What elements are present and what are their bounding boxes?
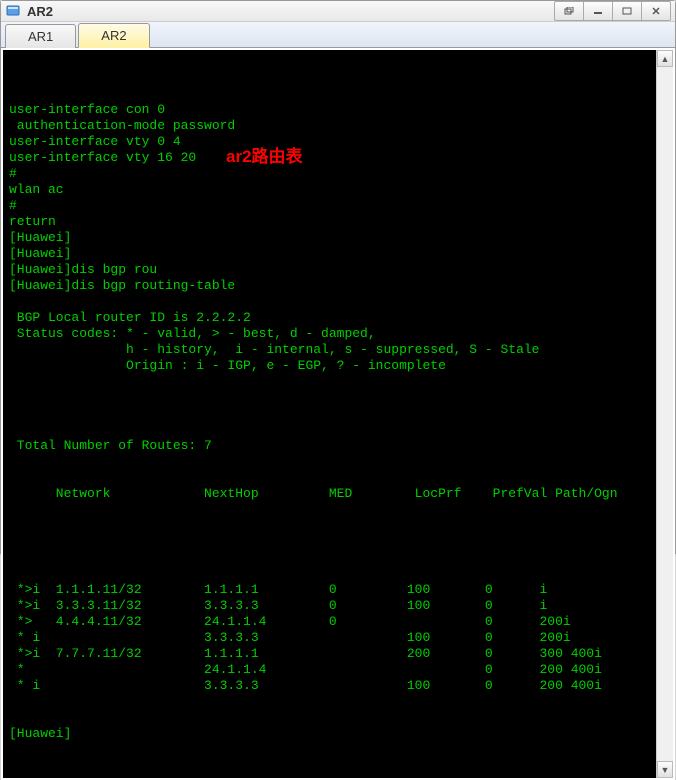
routes-total: Total Number of Routes: 7: [9, 438, 650, 454]
titlebar: AR2: [1, 1, 675, 22]
scrollbar[interactable]: ▲ ▼: [656, 50, 673, 778]
terminal-line: [9, 374, 650, 390]
terminal-line: [9, 294, 650, 310]
terminal-line: #: [9, 198, 650, 214]
terminal-prompt: [Huawei]: [9, 726, 650, 742]
route-row: *> 4.4.4.11/32 24.1.1.4 0 0 200i: [9, 614, 650, 630]
terminal-line: user-interface con 0: [9, 102, 650, 118]
window-restore-button[interactable]: [554, 1, 584, 21]
terminal-line: #: [9, 166, 650, 182]
scroll-track[interactable]: [657, 67, 673, 761]
annotation-label: ar2路由表: [226, 149, 303, 165]
route-row: * i 3.3.3.3 100 0 200i: [9, 630, 650, 646]
tabbar: AR1 AR2: [1, 22, 675, 48]
terminal-line: user-interface vty 0 4: [9, 134, 650, 150]
route-row: *>i 3.3.3.11/32 3.3.3.3 0 100 0 i: [9, 598, 650, 614]
route-row: * i 3.3.3.3 100 0 200 400i: [9, 678, 650, 694]
routes-body: *>i 1.1.1.11/32 1.1.1.1 0 100 0 i *>i 3.…: [9, 582, 650, 694]
terminal-line: user-interface vty 16 20: [9, 150, 650, 166]
terminal-line: [9, 390, 650, 406]
terminal-output[interactable]: ar2路由表 user-interface con 0 authenticati…: [3, 50, 656, 778]
app-window: AR2 AR1 AR2 ar2路由表 user-interface con 0 …: [0, 0, 676, 554]
terminal-line: h - history, i - internal, s - suppresse…: [9, 342, 650, 358]
window-title: AR2: [27, 4, 555, 19]
terminal-line: Origin : i - IGP, e - EGP, ? - incomplet…: [9, 358, 650, 374]
route-row: * 24.1.1.4 0 200 400i: [9, 662, 650, 678]
route-row: *>i 7.7.7.11/32 1.1.1.1 200 0 300 400i: [9, 646, 650, 662]
terminal-line: BGP Local router ID is 2.2.2.2: [9, 310, 650, 326]
routes-header: Network NextHop MED LocPrf PrefVal Path/…: [9, 486, 650, 502]
tab-ar2[interactable]: AR2: [78, 23, 149, 48]
terminal-config-block: user-interface con 0 authentication-mode…: [9, 102, 650, 406]
terminal-line: Status codes: * - valid, > - best, d - d…: [9, 326, 650, 342]
terminal-line: wlan ac: [9, 182, 650, 198]
terminal-line: return: [9, 214, 650, 230]
terminal-line: [Huawei]: [9, 230, 650, 246]
window-minimize-button[interactable]: [583, 1, 613, 21]
tab-ar1[interactable]: AR1: [5, 24, 76, 48]
blank-line: [9, 534, 650, 550]
terminal-line: authentication-mode password: [9, 118, 650, 134]
window-close-button[interactable]: [641, 1, 671, 21]
terminal-line: [Huawei]dis bgp rou: [9, 262, 650, 278]
scroll-up-button[interactable]: ▲: [657, 50, 673, 67]
window-maximize-button[interactable]: [612, 1, 642, 21]
route-row: *>i 1.1.1.11/32 1.1.1.1 0 100 0 i: [9, 582, 650, 598]
terminal-line: [Huawei]: [9, 246, 650, 262]
app-icon: [5, 3, 21, 19]
terminal-container: ar2路由表 user-interface con 0 authenticati…: [1, 48, 675, 780]
scroll-down-button[interactable]: ▼: [657, 761, 673, 778]
terminal-line: [Huawei]dis bgp routing-table: [9, 278, 650, 294]
window-controls: [555, 1, 671, 21]
